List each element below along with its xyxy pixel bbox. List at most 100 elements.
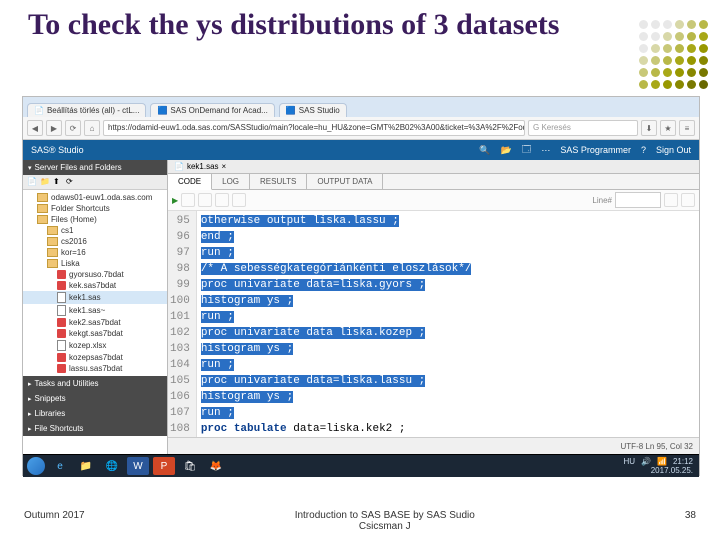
file-icon xyxy=(57,292,66,303)
ds-icon xyxy=(57,353,66,362)
volume-icon[interactable]: 🔊 xyxy=(641,457,651,466)
editor-toolbar: ▶ Line# xyxy=(168,190,699,211)
browser-tab[interactable]: 📄Beállítás törlés (all) - ctL... xyxy=(27,103,146,117)
sidebar: Server Files and Folders 📄📁⬆⟳ odaws01-eu… xyxy=(23,160,168,454)
ds-icon xyxy=(57,364,66,373)
tool-icon[interactable]: ⟳ xyxy=(66,177,76,187)
line-input[interactable] xyxy=(615,192,661,208)
help-icon[interactable]: ? xyxy=(641,145,646,155)
more-icon[interactable]: ⋯ xyxy=(541,145,550,156)
slide-footer: Outumn 2017 Introduction to SAS BASE by … xyxy=(0,510,720,532)
decorative-dots xyxy=(639,20,708,89)
back-button[interactable]: ◀ xyxy=(27,120,43,136)
sidebar-section-libraries[interactable]: Libraries xyxy=(23,406,167,421)
taskbar-app-chrome[interactable]: 🌐 xyxy=(101,457,123,475)
tree-item[interactable]: Files (Home) xyxy=(23,214,167,225)
sidebar-section-files[interactable]: Server Files and Folders xyxy=(23,160,167,175)
signout-link[interactable]: Sign Out xyxy=(656,145,691,155)
tool-button[interactable] xyxy=(198,193,212,207)
tree-item[interactable]: kozep.xlsx xyxy=(23,339,167,352)
windows-taskbar: e 📁 🌐 W P 🛍 🦊 HU🔊📶21:12 2017.05.25. xyxy=(23,454,699,477)
editor-subtabs: CODELOGRESULTSOUTPUT DATA xyxy=(168,174,699,190)
taskbar-app-word[interactable]: W xyxy=(127,457,149,475)
sidebar-section-shortcuts[interactable]: File Shortcuts xyxy=(23,421,167,436)
expand-button[interactable] xyxy=(681,193,695,207)
home-button[interactable]: ⌂ xyxy=(84,120,100,136)
tool-button[interactable] xyxy=(232,193,246,207)
sas-header: SAS® Studio 🔍 📂 🗔 ⋯ SAS Programmer ? Sig… xyxy=(23,140,699,160)
tree-item[interactable]: cs2016 xyxy=(23,236,167,247)
screenshot-container: 📄Beállítás törlés (all) - ctL... 🟦SAS On… xyxy=(22,96,700,476)
tree-item[interactable]: kek1.sas xyxy=(23,291,167,304)
save-button[interactable] xyxy=(181,193,195,207)
folder-open-icon[interactable]: 📂 xyxy=(500,145,511,156)
tree-item[interactable]: kozepsas7bdat xyxy=(23,352,167,363)
file-icon xyxy=(57,305,66,316)
reload-button[interactable]: ⟳ xyxy=(65,120,81,136)
folder-icon xyxy=(37,215,48,224)
forward-button[interactable]: ▶ xyxy=(46,120,62,136)
tree-item[interactable]: gyorsuso.7bdat xyxy=(23,269,167,280)
taskbar-app-firefox[interactable]: 🦊 xyxy=(205,457,227,475)
role-label: SAS Programmer xyxy=(560,145,631,155)
tool-icon[interactable]: 📁 xyxy=(40,177,50,187)
tree-item[interactable]: kor=16 xyxy=(23,247,167,258)
editor-tab[interactable]: CODE xyxy=(168,174,212,190)
taskbar-app-ie[interactable]: e xyxy=(49,457,71,475)
tree-item[interactable]: lassu.sas7bdat xyxy=(23,363,167,374)
workspace: Server Files and Folders 📄📁⬆⟳ odaws01-eu… xyxy=(23,160,699,454)
ds-icon xyxy=(57,270,66,279)
code-editor[interactable]: 9596979899100101102103104105106107108 ot… xyxy=(168,211,699,437)
sidebar-section-snippets[interactable]: Snippets xyxy=(23,391,167,406)
tree-item[interactable]: kekgt.sas7bdat xyxy=(23,328,167,339)
tree-item[interactable]: cs1 xyxy=(23,225,167,236)
code-content[interactable]: otherwise output liska.lassu ;end ;run ;… xyxy=(197,211,699,437)
ds-icon xyxy=(57,281,66,290)
editor-tab[interactable]: OUTPUT DATA xyxy=(307,174,383,189)
tree-item[interactable]: kek1.sas~ xyxy=(23,304,167,317)
start-button[interactable] xyxy=(27,457,45,475)
taskbar-clock[interactable]: HU🔊📶21:12 2017.05.25. xyxy=(623,457,695,475)
bookmark-button[interactable]: ★ xyxy=(660,120,676,136)
sidebar-section-tasks[interactable]: Tasks and Utilities xyxy=(23,376,167,391)
taskbar-app-explorer[interactable]: 📁 xyxy=(75,457,97,475)
window-icon[interactable]: 🗔 xyxy=(522,142,532,158)
browser-tab[interactable]: 🟦SAS OnDemand for Acad... xyxy=(150,103,274,117)
address-bar[interactable]: https://odamid-euw1.oda.sas.com/SASStudi… xyxy=(103,120,525,136)
google-icon: G xyxy=(533,123,539,132)
file-icon: 📄 xyxy=(174,162,184,171)
ds-icon xyxy=(57,329,66,338)
tree-item[interactable]: odaws01-euw1.oda.sas.com xyxy=(23,192,167,203)
download-button[interactable]: ⬇ xyxy=(641,120,657,136)
page-icon: 📄 xyxy=(34,106,44,115)
slide-number: 38 xyxy=(685,510,696,521)
browser-tabstrip: 📄Beállítás törlés (all) - ctL... 🟦SAS On… xyxy=(23,97,699,117)
editor-tab[interactable]: LOG xyxy=(212,174,250,189)
line-gutter: 9596979899100101102103104105106107108 xyxy=(168,211,197,437)
tree-item[interactable]: kek2.sas7bdat xyxy=(23,317,167,328)
tool-icon[interactable]: 📄 xyxy=(27,177,37,187)
tool-button[interactable] xyxy=(664,193,678,207)
tool-icon[interactable]: ⬆ xyxy=(53,177,63,187)
editor-tab[interactable]: RESULTS xyxy=(250,174,307,189)
editor-file-tab[interactable]: 📄kek1.sas × xyxy=(168,160,699,174)
network-icon[interactable]: 📶 xyxy=(657,457,667,466)
run-button[interactable]: ▶ xyxy=(172,196,178,205)
sas-brand: SAS® Studio xyxy=(31,145,84,155)
editor-pane: 📄kek1.sas × CODELOGRESULTSOUTPUT DATA ▶ … xyxy=(168,160,699,454)
sas-icon: 🟦 xyxy=(286,106,296,115)
line-label: Line# xyxy=(592,196,612,205)
search-icon[interactable]: 🔍 xyxy=(479,145,490,156)
tree-item[interactable]: Folder Shortcuts xyxy=(23,203,167,214)
browser-tab[interactable]: 🟦SAS Studio xyxy=(279,103,347,117)
folder-icon xyxy=(47,248,58,257)
tree-item[interactable]: kek.sas7bdat xyxy=(23,280,167,291)
file-tree: odaws01-euw1.oda.sas.comFolder Shortcuts… xyxy=(23,190,167,376)
taskbar-app-powerpoint[interactable]: P xyxy=(153,457,175,475)
tool-button[interactable] xyxy=(215,193,229,207)
menu-button[interactable]: ≡ xyxy=(679,120,695,136)
taskbar-app-store[interactable]: 🛍 xyxy=(179,457,201,475)
tree-item[interactable]: Liska xyxy=(23,258,167,269)
ds-icon xyxy=(57,318,66,327)
search-box[interactable]: G Keresés xyxy=(528,120,638,136)
